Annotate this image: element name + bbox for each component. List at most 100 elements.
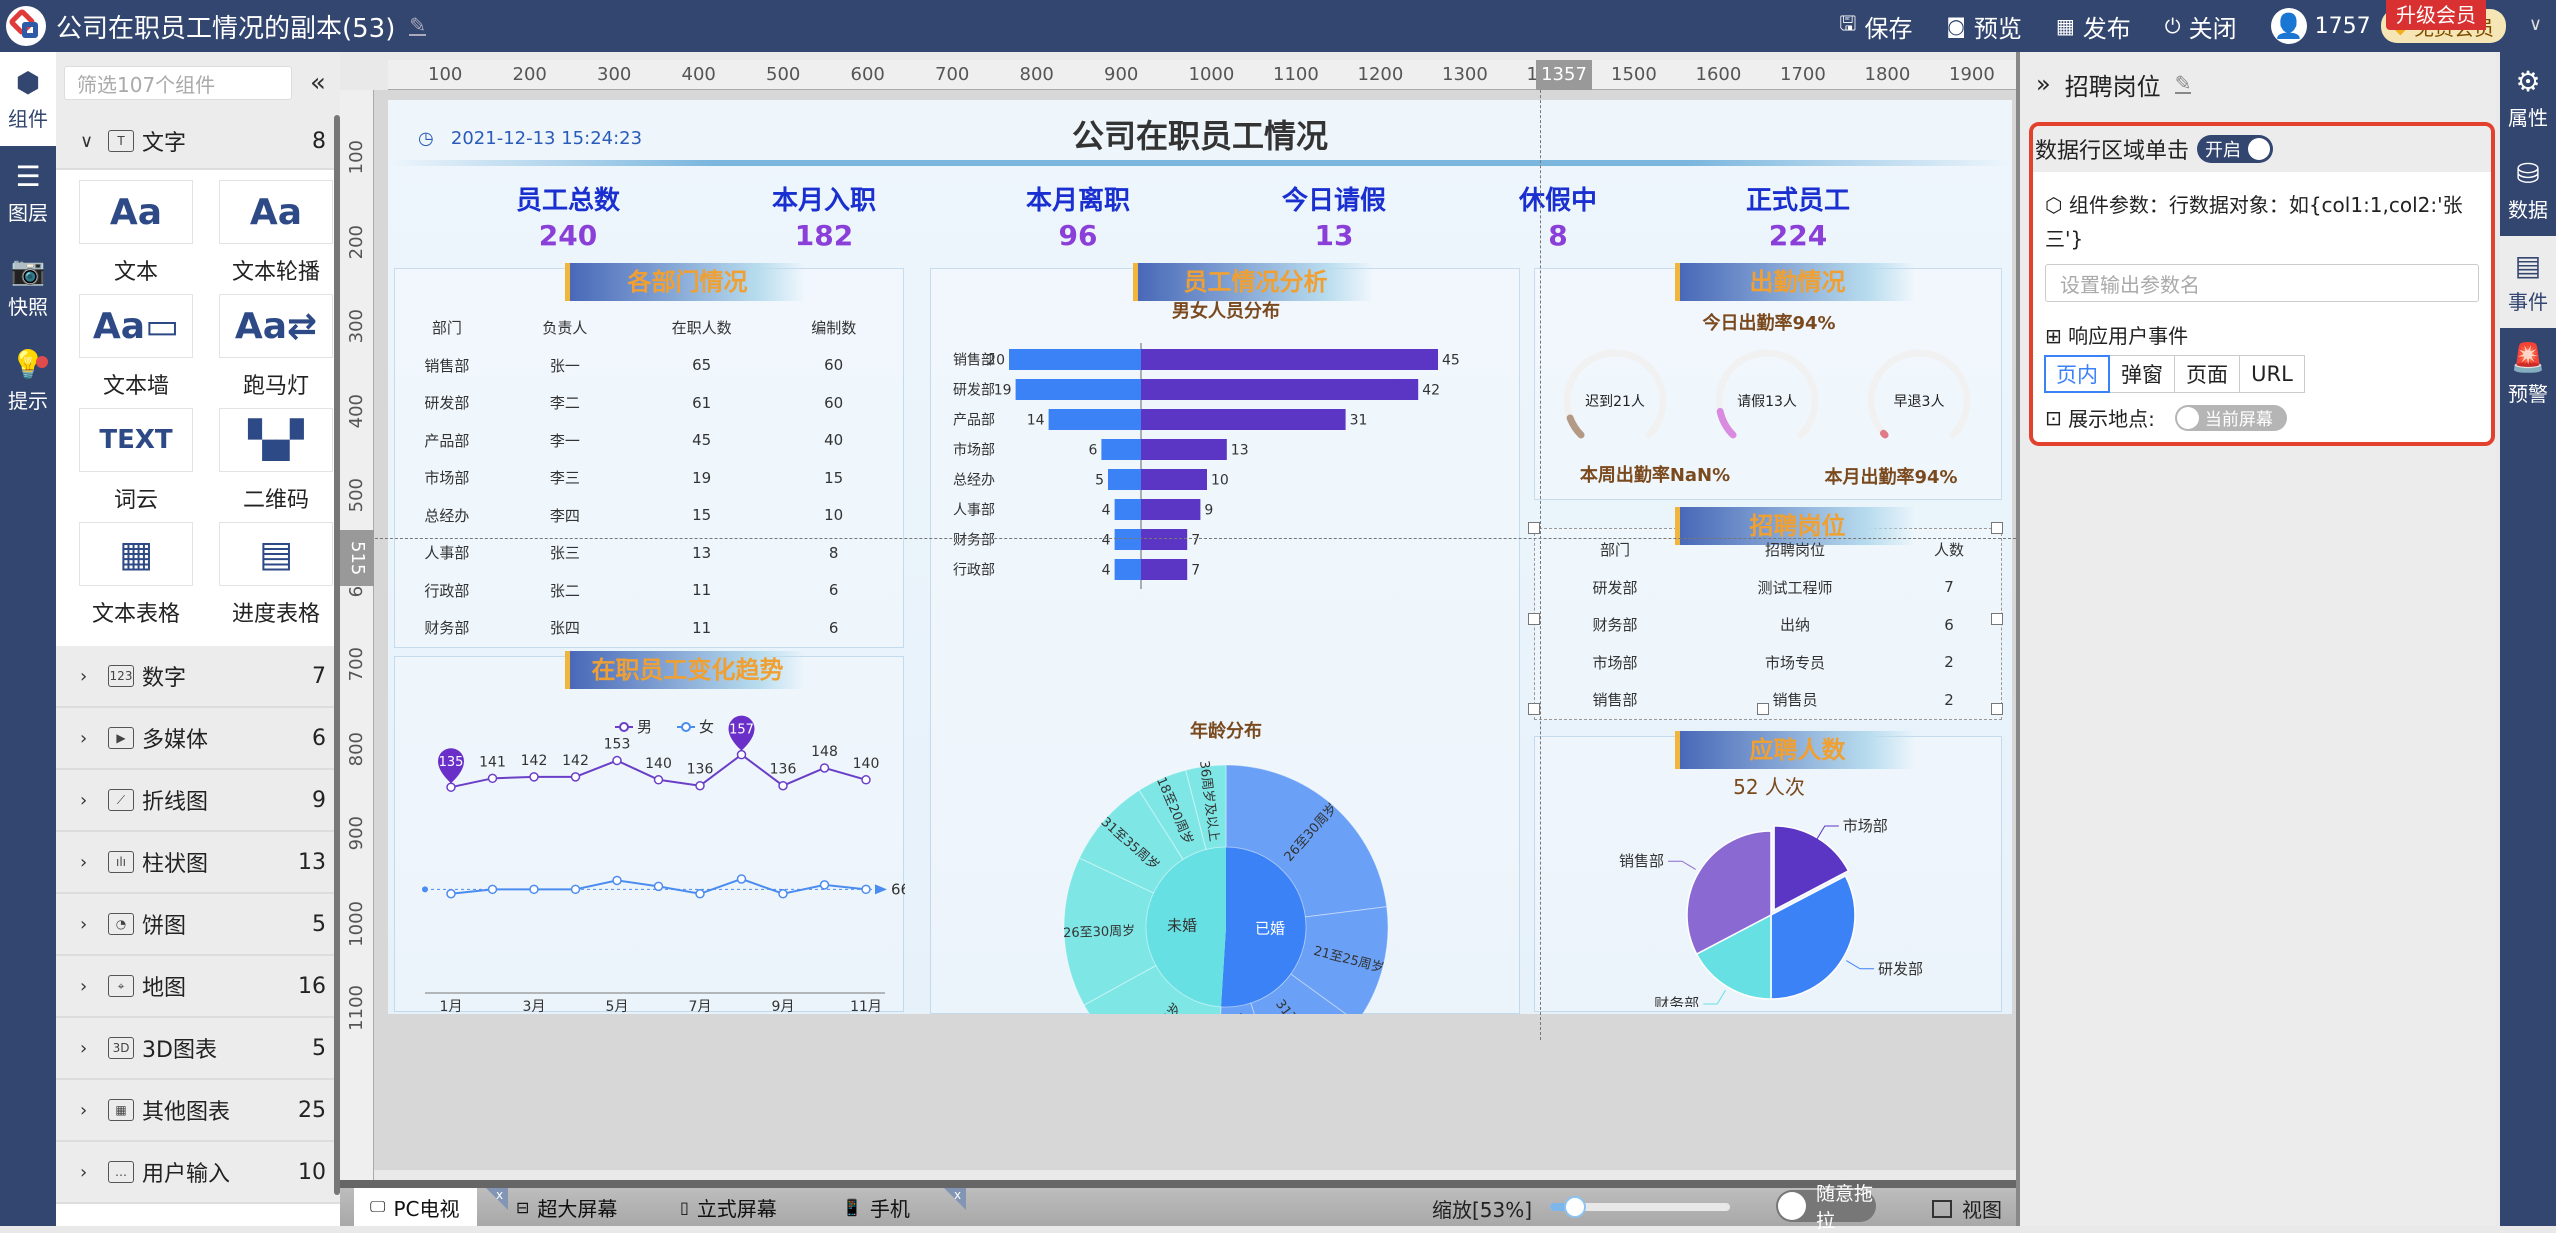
bar-female[interactable] bbox=[1101, 439, 1141, 460]
data-point[interactable] bbox=[778, 889, 788, 899]
user-avatar[interactable]: 👤 bbox=[2270, 8, 2307, 44]
component-group[interactable]: › ◔ 饼图 5 bbox=[56, 894, 340, 956]
resize-handle[interactable] bbox=[1991, 613, 2003, 625]
publish-button[interactable]: ▦ 发布 bbox=[2056, 9, 2131, 44]
component-tile[interactable]: Aa 文本轮播 bbox=[206, 180, 346, 294]
component-group[interactable]: › 3D 3D图表 5 bbox=[56, 1018, 340, 1080]
analysis-panel[interactable]: 员工情况分析 男女人员分布 销售部 20 45 研发部 19 42 产品部 14 31 市场部 6 1… bbox=[930, 263, 1520, 1014]
bar-male[interactable] bbox=[1141, 439, 1227, 460]
data-point[interactable] bbox=[529, 772, 539, 782]
bar-female[interactable] bbox=[1114, 499, 1141, 520]
data-point[interactable] bbox=[487, 773, 498, 784]
right-nav-properties[interactable]: ⚙ 属性 bbox=[2500, 52, 2556, 144]
output-param-input[interactable]: 设置输出参数名 bbox=[2045, 264, 2479, 302]
component-group[interactable]: › … 用户输入 10 bbox=[56, 1142, 340, 1204]
close-tab-icon[interactable]: x bbox=[944, 1188, 966, 1210]
table-row[interactable]: 产品部 李一 45 40 bbox=[395, 422, 895, 460]
bar-female[interactable] bbox=[1015, 379, 1141, 400]
trend-panel[interactable]: 在职员工变化趋势 男女66135141142142153140136157136… bbox=[394, 651, 905, 1013]
table-row[interactable]: 销售部 张一 65 60 bbox=[395, 347, 895, 385]
component-group[interactable]: › ▦ 其他图表 25 bbox=[56, 1080, 340, 1142]
table-row[interactable]: 人事部 张三 13 8 bbox=[395, 534, 895, 572]
resize-handle[interactable] bbox=[1528, 613, 1540, 625]
bar-female[interactable] bbox=[1108, 469, 1141, 490]
bar-male[interactable] bbox=[1141, 379, 1419, 400]
tab-pc-tv[interactable]: 🖵 PC电视 bbox=[354, 1188, 478, 1226]
tab-vertical-screen[interactable]: ▯ 立式屏幕 bbox=[680, 1188, 777, 1226]
resize-handle[interactable] bbox=[1528, 522, 1540, 534]
component-tile[interactable]: Aa▭ 文本墙 bbox=[66, 294, 206, 408]
table-row[interactable]: 销售部 销售员 2 bbox=[1535, 681, 2003, 719]
right-nav-alerts[interactable]: 🚨 预警 bbox=[2500, 328, 2556, 420]
preview-button[interactable]: ◙ 预览 bbox=[1946, 9, 2021, 44]
bar-male[interactable] bbox=[1141, 529, 1188, 550]
data-point[interactable] bbox=[653, 775, 664, 785]
component-group[interactable]: › ⌖ 地图 16 bbox=[56, 956, 340, 1018]
component-tile[interactable]: Aa⇄ 跑马灯 bbox=[206, 294, 346, 408]
event-option[interactable]: 页内 bbox=[2044, 355, 2110, 393]
bar-female[interactable] bbox=[1114, 529, 1141, 550]
component-tile[interactable]: TEXT 词云 bbox=[66, 408, 206, 522]
table-row[interactable]: 行政部 张二 11 6 bbox=[395, 572, 895, 610]
component-group[interactable]: › 123 数字 7 bbox=[56, 646, 340, 708]
component-tile[interactable]: Aa 文本 bbox=[66, 180, 206, 294]
legend-label[interactable]: 女 bbox=[699, 718, 714, 736]
data-point[interactable] bbox=[695, 780, 705, 791]
edit-title-icon[interactable]: ✎ bbox=[409, 15, 427, 36]
component-group[interactable]: › ▶ 多媒体 6 bbox=[56, 708, 340, 770]
data-point[interactable] bbox=[612, 755, 622, 766]
resize-handle[interactable] bbox=[1757, 703, 1769, 715]
data-point[interactable] bbox=[819, 763, 830, 773]
event-option[interactable]: 弹窗 bbox=[2109, 355, 2175, 393]
dept-panel[interactable]: 各部门情况 部门 负责人 在职人数 编制数 销售部 张一 65 60 研发部 李二 61 60 产品部李… bbox=[394, 263, 904, 648]
data-point[interactable] bbox=[736, 749, 747, 760]
bar-male[interactable] bbox=[1141, 469, 1207, 490]
bar-male[interactable] bbox=[1141, 349, 1438, 370]
data-point[interactable] bbox=[695, 889, 705, 899]
table-row[interactable]: 研发部 李二 61 60 bbox=[395, 384, 895, 422]
data-point[interactable] bbox=[529, 884, 539, 895]
component-tile[interactable]: ▤ 进度表格 bbox=[206, 522, 346, 636]
data-point[interactable] bbox=[570, 884, 581, 895]
collapse-panel-icon[interactable]: « bbox=[310, 68, 326, 98]
location-toggle[interactable]: 当前屏幕 bbox=[2174, 404, 2287, 431]
left-nav-layers[interactable]: ☰ 图层 bbox=[0, 146, 56, 240]
data-point[interactable] bbox=[487, 884, 498, 895]
data-point[interactable] bbox=[736, 874, 747, 884]
right-nav-events[interactable]: ▤ 事件 bbox=[2500, 236, 2556, 328]
save-button[interactable]: 🖫 保存 bbox=[1839, 9, 1912, 44]
data-point[interactable] bbox=[778, 780, 788, 791]
edit-name-icon[interactable]: ✎ bbox=[2174, 73, 2192, 94]
bar-female[interactable] bbox=[1048, 409, 1141, 430]
data-point[interactable] bbox=[570, 772, 581, 782]
tab-mobile[interactable]: 📱 手机 bbox=[842, 1188, 910, 1226]
right-nav-data[interactable]: ⛁ 数据 bbox=[2500, 144, 2556, 236]
applicants-panel[interactable]: 应聘人数 52 人次 市场部 研发部 财务部 销售部 bbox=[1534, 731, 2002, 1012]
close-tab-icon[interactable]: x bbox=[486, 1188, 508, 1210]
group-text[interactable]: ∨ T 文字 8 bbox=[56, 114, 340, 170]
component-group[interactable]: › ⟋ 折线图 9 bbox=[56, 770, 340, 832]
table-row[interactable]: 研发部 测试工程师 7 bbox=[1535, 569, 2003, 607]
bar-male[interactable] bbox=[1141, 499, 1201, 520]
resize-handle[interactable] bbox=[1991, 522, 2003, 534]
data-point[interactable] bbox=[819, 880, 830, 890]
expand-panel-icon[interactable]: » bbox=[2036, 70, 2051, 98]
bar-male[interactable] bbox=[1141, 559, 1188, 580]
zoom-slider[interactable] bbox=[1550, 1196, 1730, 1218]
data-point[interactable] bbox=[861, 884, 871, 895]
event-option[interactable]: 页面 bbox=[2174, 355, 2240, 393]
left-nav-tips[interactable]: 💡 提示 bbox=[0, 334, 56, 428]
view-button[interactable]: 视图 bbox=[1932, 1194, 2002, 1223]
event-option[interactable]: URL bbox=[2239, 355, 2305, 393]
component-search-input[interactable]: 筛选107个组件 bbox=[64, 66, 292, 100]
bar-male[interactable] bbox=[1141, 409, 1346, 430]
data-point[interactable] bbox=[612, 875, 622, 886]
legend-label[interactable]: 男 bbox=[637, 718, 652, 736]
bar-female[interactable] bbox=[1009, 349, 1141, 370]
left-nav-snapshot[interactable]: 📷 快照 bbox=[0, 240, 56, 334]
bar-female[interactable] bbox=[1114, 559, 1141, 580]
tab-large-screen[interactable]: ⊟ 超大屏幕 bbox=[516, 1188, 617, 1226]
component-tile[interactable]: ▚▞ 二维码 bbox=[206, 408, 346, 522]
row-click-toggle[interactable]: 开启 bbox=[2197, 135, 2274, 163]
attendance-panel[interactable]: 出勤情况 今日出勤率94% 迟到21人 请假13人 早退3人 本周出勤率NaN% 本… bbox=[1534, 263, 2002, 500]
